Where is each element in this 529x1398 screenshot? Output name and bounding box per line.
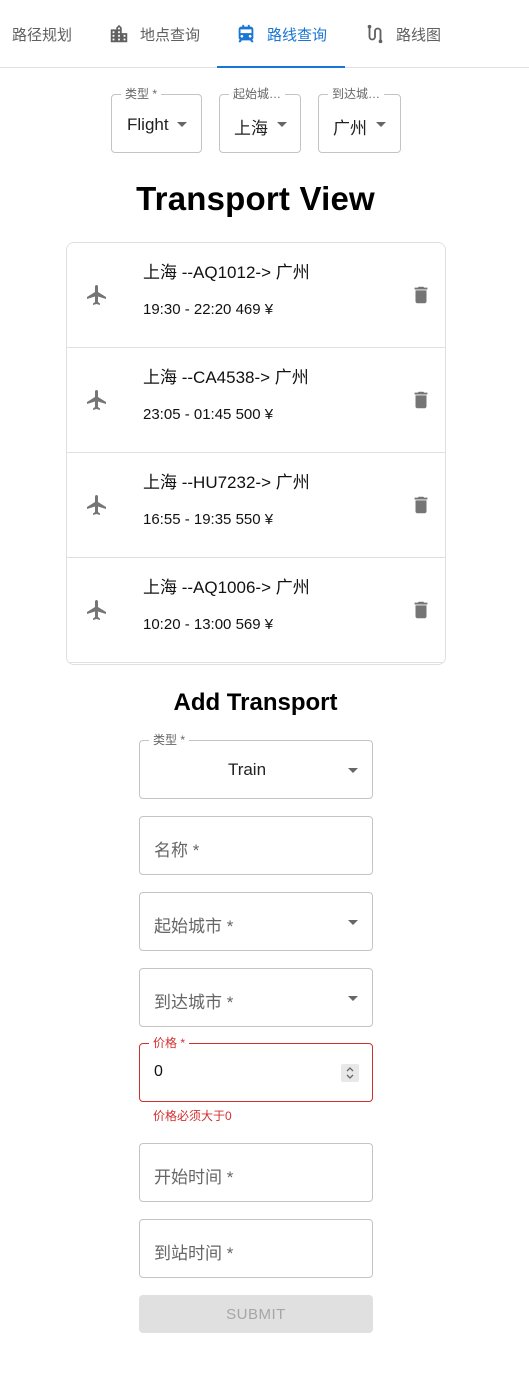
chevron-down-icon <box>277 122 287 127</box>
tab-path-planning[interactable]: 路径规划 <box>12 0 72 68</box>
form-type-value: Train <box>227 760 267 779</box>
tab-route-map[interactable]: 路线图 <box>364 0 441 68</box>
add-transport-title: Add Transport <box>173 689 338 716</box>
filter-from-value: 上海 <box>234 119 268 138</box>
airplane-icon <box>85 493 109 517</box>
filter-from-select[interactable]: 起始城… 上海 <box>219 87 301 153</box>
tab-bar: 路径规划 地点查询 路线查询 路线图 <box>0 0 529 68</box>
price-label: 价格 * <box>149 1036 190 1050</box>
transport-list: 上海 --AQ1012-> 广州 19:30 - 22:20 469 ¥ 上海 … <box>66 242 446 665</box>
airplane-icon <box>85 388 109 412</box>
name-placeholder: 名称 * <box>154 841 200 860</box>
form-type-select[interactable]: 类型 * Train <box>139 733 373 799</box>
price-value: 0 <box>154 1063 163 1080</box>
time-price-text: 10:20 - 13:00 569 ¥ <box>143 616 274 633</box>
building-icon <box>108 23 130 45</box>
page-title: Transport View <box>136 180 375 217</box>
price-input[interactable]: 价格 * 0 <box>139 1036 373 1102</box>
trash-icon[interactable] <box>410 388 432 412</box>
tab-place-search[interactable]: 地点查询 <box>108 0 200 68</box>
list-item[interactable]: 上海 --AQ1012-> 广州 19:30 - 22:20 469 ¥ <box>67 243 445 348</box>
form-type-label: 类型 * <box>149 733 190 747</box>
end-time-placeholder: 到站时间 * <box>154 1244 234 1263</box>
transport-icon <box>235 23 257 45</box>
active-tab-indicator <box>217 66 345 68</box>
chevron-down-icon <box>348 920 358 925</box>
start-time-placeholder: 开始时间 * <box>154 1168 234 1187</box>
trash-icon[interactable] <box>410 283 432 307</box>
filter-type-label: 类型 * <box>121 87 162 101</box>
route-text: 上海 --AQ1006-> 广州 <box>143 578 310 597</box>
route-text: 上海 --CA4538-> 广州 <box>143 368 309 387</box>
tab-label: 路线查询 <box>267 26 328 44</box>
airplane-icon <box>85 598 109 622</box>
tab-label: 地点查询 <box>140 26 201 44</box>
trash-icon[interactable] <box>410 598 432 622</box>
route-text: 上海 --AQ1012-> 广州 <box>143 263 310 282</box>
filter-to-label: 到达城… <box>328 87 385 101</box>
tab-label: 路径规划 <box>12 26 73 44</box>
time-price-text: 23:05 - 01:45 500 ¥ <box>143 406 274 423</box>
end-time-input[interactable]: 到站时间 * <box>139 1219 373 1278</box>
name-input[interactable]: 名称 * <box>139 816 373 875</box>
chevron-down-icon <box>348 996 358 1001</box>
filter-to-select[interactable]: 到达城… 广州 <box>318 87 401 153</box>
stepper-icon[interactable] <box>341 1064 359 1082</box>
tab-label: 路线图 <box>396 26 442 44</box>
start-time-input[interactable]: 开始时间 * <box>139 1143 373 1202</box>
list-item[interactable]: 上海 --HU7232-> 广州 16:55 - 19:35 550 ¥ <box>67 453 445 558</box>
from-city-placeholder: 起始城市 * <box>154 917 234 936</box>
filter-from-label: 起始城… <box>229 87 286 101</box>
filter-to-value: 广州 <box>333 119 367 138</box>
trash-icon[interactable] <box>410 493 432 517</box>
to-city-select[interactable]: 到达城市 * <box>139 968 373 1027</box>
list-item[interactable]: 上海 --AQ1006-> 广州 10:20 - 13:00 569 ¥ <box>67 558 445 663</box>
route-icon <box>364 23 386 45</box>
chevron-down-icon <box>177 122 187 127</box>
submit-button[interactable]: SUBMIT <box>139 1295 373 1333</box>
from-city-select[interactable]: 起始城市 * <box>139 892 373 951</box>
to-city-placeholder: 到达城市 * <box>154 993 234 1012</box>
list-item[interactable]: 上海 --CA4538-> 广州 23:05 - 01:45 500 ¥ <box>67 348 445 453</box>
tab-route-search[interactable]: 路线查询 <box>235 0 327 68</box>
time-price-text: 16:55 - 19:35 550 ¥ <box>143 511 274 528</box>
airplane-icon <box>85 283 109 307</box>
chevron-down-icon <box>376 122 386 127</box>
price-error-text: 价格必须大于0 <box>153 1109 232 1123</box>
route-text: 上海 --HU7232-> 广州 <box>143 473 310 492</box>
filter-type-value: Flight <box>127 115 169 134</box>
chevron-down-icon <box>348 768 358 773</box>
filter-type-select[interactable]: 类型 * Flight <box>111 87 202 153</box>
time-price-text: 19:30 - 22:20 469 ¥ <box>143 301 274 318</box>
